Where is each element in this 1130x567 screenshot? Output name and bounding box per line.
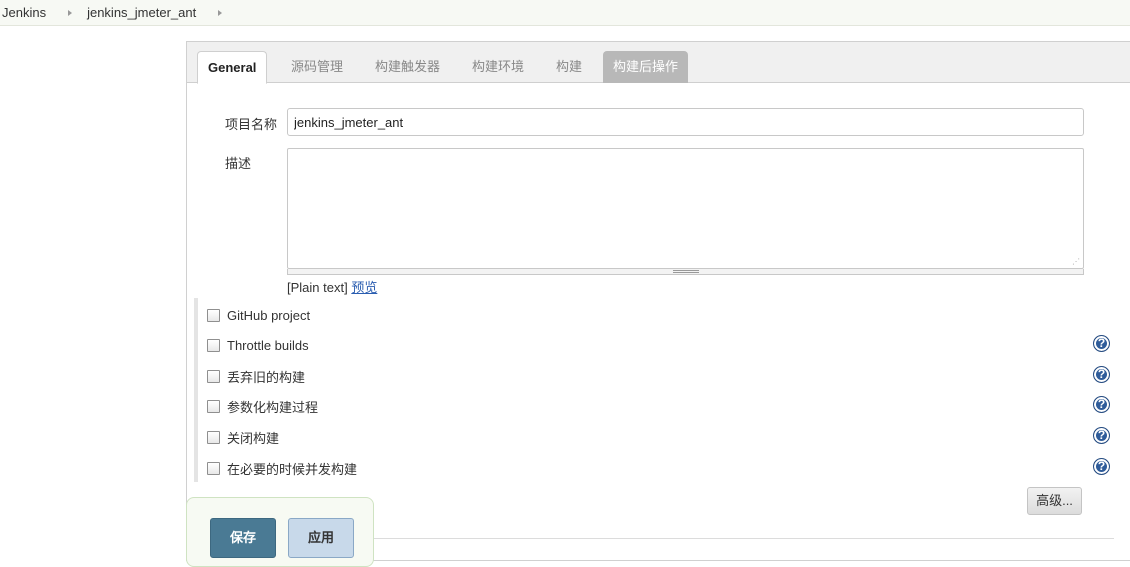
tab-post-build[interactable]: 构建后操作 bbox=[603, 51, 689, 83]
github-project-label: GitHub project bbox=[227, 307, 311, 323]
project-name-label: 项目名称 bbox=[225, 117, 278, 132]
tab-bar: General 源码管理 构建触发器 构建环境 构建 构建后操作 bbox=[187, 42, 1130, 84]
throttle-builds-label: Throttle builds bbox=[227, 337, 309, 353]
help-icon[interactable]: ? bbox=[1093, 458, 1110, 475]
textarea-resize-handle[interactable] bbox=[287, 269, 1084, 275]
help-icon[interactable]: ? bbox=[1093, 396, 1110, 413]
parameterized-build-checkbox[interactable] bbox=[207, 399, 220, 413]
help-icon[interactable]: ? bbox=[1093, 335, 1110, 352]
project-name-input[interactable] bbox=[287, 108, 1084, 136]
option-parameterized-build[interactable]: 参数化构建过程 bbox=[207, 396, 318, 416]
option-discard-old-builds[interactable]: 丢弃旧的构建 bbox=[207, 366, 305, 386]
help-icon[interactable]: ? bbox=[1093, 427, 1110, 444]
option-concurrent-builds[interactable]: 在必要的时候并发构建 bbox=[207, 458, 357, 478]
description-label: 描述 bbox=[225, 156, 252, 171]
description-textarea[interactable] bbox=[287, 148, 1084, 269]
concurrent-builds-checkbox[interactable] bbox=[207, 461, 220, 475]
github-project-checkbox[interactable] bbox=[207, 308, 220, 322]
tab-general[interactable]: General bbox=[197, 51, 268, 84]
tab-build-triggers[interactable]: 构建触发器 bbox=[365, 51, 450, 83]
advanced-button[interactable]: 高级... bbox=[1027, 487, 1082, 515]
options-left-bar bbox=[194, 298, 198, 482]
tab-source-code[interactable]: 源码管理 bbox=[281, 51, 353, 83]
plain-text-label: [Plain text] bbox=[287, 280, 348, 295]
grip-icon bbox=[672, 270, 699, 273]
tab-build-environment[interactable]: 构建环境 bbox=[462, 51, 534, 83]
breadcrumb-item-jenkins[interactable]: Jenkins bbox=[2, 5, 46, 20]
breadcrumb-separator-icon[interactable] bbox=[218, 9, 223, 16]
breadcrumb-item-project[interactable]: jenkins_jmeter_ant bbox=[87, 5, 196, 20]
parameterized-build-label: 参数化构建过程 bbox=[227, 399, 319, 415]
discard-old-builds-checkbox[interactable] bbox=[207, 369, 220, 383]
apply-button[interactable]: 应用 bbox=[288, 518, 354, 558]
breadcrumb: Jenkins jenkins_jmeter_ant bbox=[0, 0, 1130, 26]
tab-build[interactable]: 构建 bbox=[546, 51, 592, 83]
disable-build-label: 关闭构建 bbox=[227, 430, 280, 446]
resize-corner-icon[interactable]: ⋰ bbox=[1072, 258, 1080, 266]
save-button[interactable]: 保存 bbox=[210, 518, 276, 558]
markup-hint: [Plain text] 预览 bbox=[287, 277, 377, 296]
concurrent-builds-label: 在必要的时候并发构建 bbox=[227, 461, 358, 477]
disable-build-checkbox[interactable] bbox=[207, 430, 220, 444]
option-github-project[interactable]: GitHub project bbox=[207, 305, 310, 325]
option-disable-build[interactable]: 关闭构建 bbox=[207, 427, 279, 447]
breadcrumb-separator-icon[interactable] bbox=[68, 9, 73, 16]
help-icon[interactable]: ? bbox=[1093, 366, 1110, 383]
discard-old-builds-label: 丢弃旧的构建 bbox=[227, 369, 306, 385]
throttle-builds-checkbox[interactable] bbox=[207, 338, 220, 352]
option-throttle-builds[interactable]: Throttle builds bbox=[207, 335, 309, 355]
section-divider bbox=[372, 538, 1114, 539]
preview-link[interactable]: 预览 bbox=[351, 280, 377, 295]
